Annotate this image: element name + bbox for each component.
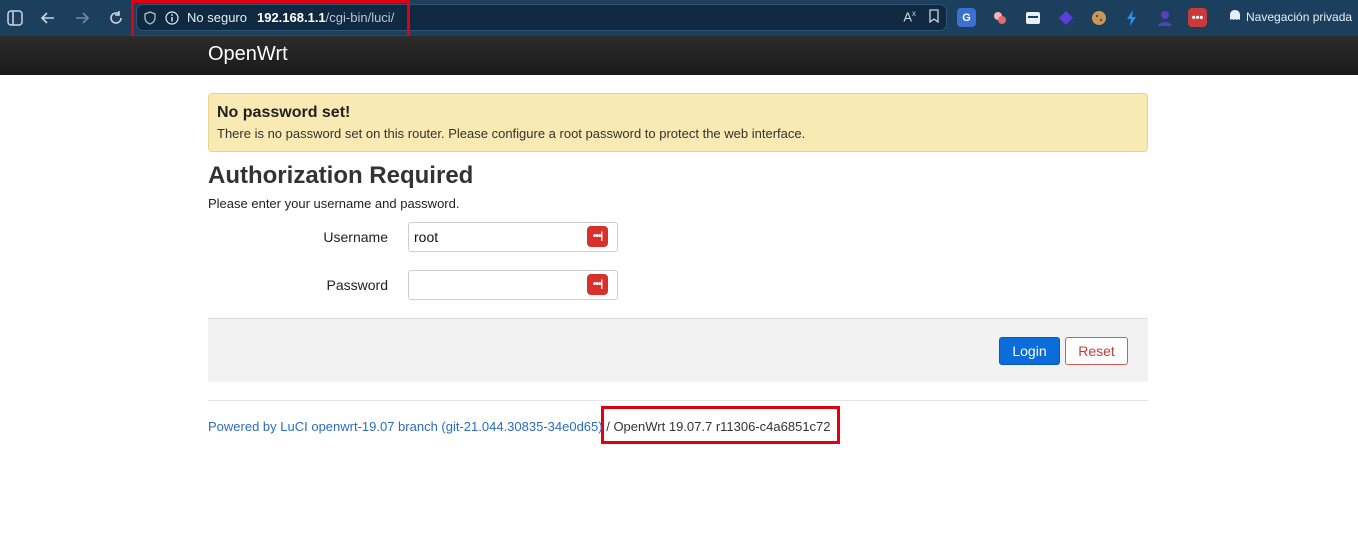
forward-icon[interactable] [70, 6, 94, 30]
form-actions: Login Reset [208, 318, 1148, 382]
password-manager-extension-icon[interactable]: ••• [1188, 8, 1207, 27]
page-description: Please enter your username and password. [208, 196, 460, 211]
back-icon[interactable] [36, 6, 60, 30]
private-browsing-indicator: Navegación privada [1229, 9, 1352, 24]
bolt-extension-icon[interactable] [1122, 8, 1141, 27]
password-label: Password [326, 277, 388, 293]
url-host: 192.168.1.1 [256, 10, 326, 25]
footer: Powered by LuCI openwrt-19.07 branch (gi… [208, 419, 831, 434]
translate-extension-icon[interactable]: G [957, 8, 976, 27]
reload-icon[interactable] [104, 6, 128, 30]
reader-extension-icon[interactable] [1023, 8, 1042, 27]
privacy-extension-icon[interactable] [990, 8, 1009, 27]
private-mode-label: Navegación privada [1246, 9, 1353, 24]
alert-title: No password set! [217, 104, 351, 121]
alert-text: There is no password set on this router.… [217, 126, 806, 141]
version-text: / OpenWrt 19.07.7 r11306-c4a6851c72 [602, 419, 831, 434]
cube-extension-icon[interactable] [1056, 8, 1075, 27]
password-manager-icon[interactable]: •••| [587, 226, 608, 247]
user-extension-icon[interactable] [1155, 8, 1174, 27]
username-label: Username [323, 229, 388, 245]
sidebar-icon[interactable] [3, 6, 27, 30]
cookie-extension-icon[interactable] [1089, 8, 1108, 27]
bookmark-icon[interactable] [928, 9, 940, 26]
private-mode-icon [1229, 9, 1241, 24]
luci-link[interactable]: Powered by LuCI openwrt-19.07 branch (gi… [208, 419, 603, 434]
shield-icon [143, 10, 157, 25]
page-title: Authorization Required [208, 162, 474, 189]
no-password-alert: No password set! There is no password se… [208, 93, 1148, 152]
reset-button[interactable]: Reset [1065, 337, 1128, 365]
password-manager-icon[interactable]: •••| [587, 274, 608, 295]
browser-toolbar: No seguro 192.168.1.1/cgi-bin/luci/ Ax G [0, 0, 1358, 36]
brand-logo[interactable]: OpenWrt [208, 43, 288, 66]
login-button[interactable]: Login [999, 337, 1060, 365]
security-label: No seguro [187, 10, 247, 25]
translate-icon[interactable]: Ax [903, 9, 916, 26]
extensions-bar: G ••• [957, 8, 1207, 27]
info-icon[interactable] [165, 10, 179, 25]
url-path: /cgi-bin/luci/ [325, 10, 395, 25]
openwrt-header: OpenWrt [0, 36, 1358, 75]
address-bar[interactable]: No seguro 192.168.1.1/cgi-bin/luci/ Ax [136, 4, 947, 31]
footer-divider [208, 400, 1148, 401]
